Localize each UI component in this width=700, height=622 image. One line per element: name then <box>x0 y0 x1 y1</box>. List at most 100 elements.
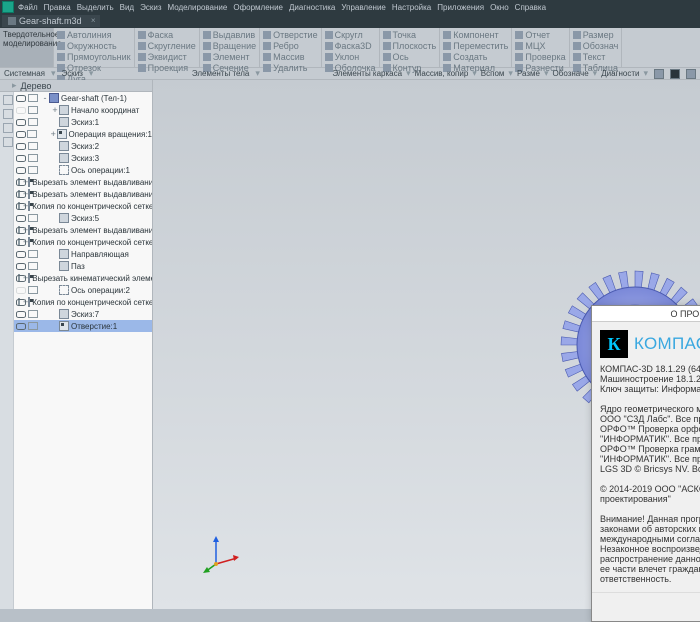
menu-item[interactable]: Окно <box>490 3 509 12</box>
tree-row[interactable]: Эскиз:1 <box>14 116 152 128</box>
ribbon-button[interactable]: Проекция <box>138 63 196 73</box>
ribbon-button[interactable]: Ребро <box>263 41 317 51</box>
ctx-label[interactable]: Вспом <box>481 69 505 78</box>
ctx-label[interactable]: Массив, копир <box>415 69 469 78</box>
settings-icon[interactable] <box>686 69 696 79</box>
ribbon-button[interactable]: Удалить <box>263 63 317 73</box>
menu-item[interactable]: Вид <box>120 3 134 12</box>
ribbon-button[interactable]: Плоскость <box>383 41 437 51</box>
checkbox-icon[interactable] <box>28 142 38 150</box>
tree-row[interactable]: Направляющая <box>14 248 152 260</box>
tree-row[interactable]: Эскиз:3 <box>14 152 152 164</box>
tree-row[interactable]: +Копия по концентрической сетке:2 <box>14 236 152 248</box>
ribbon-button[interactable]: Окружность <box>57 41 131 51</box>
visibility-icon[interactable] <box>16 286 26 294</box>
checkbox-icon[interactable] <box>28 250 38 258</box>
tree-row[interactable]: +Вырезать элемент выдавливания:3 <box>14 188 152 200</box>
document-tab[interactable]: Gear-shaft.m3d × <box>2 15 100 27</box>
checkbox-icon[interactable] <box>28 214 38 222</box>
ribbon-button[interactable]: МЦХ <box>515 41 565 51</box>
model-tree[interactable]: -Gear-shaft (Тел-1)+Начало координатЭски… <box>14 92 152 609</box>
checkbox-icon[interactable] <box>28 262 38 270</box>
tree-row[interactable]: Отверстие:1 <box>14 320 152 332</box>
tree-row[interactable]: +Операция вращения:1 <box>14 128 152 140</box>
visibility-icon[interactable] <box>16 250 26 258</box>
tool-icon[interactable] <box>3 95 13 105</box>
expand-icon[interactable]: + <box>49 129 57 139</box>
menu-item[interactable]: Приложения <box>437 3 484 12</box>
ribbon-button[interactable]: Автолиния <box>57 30 131 40</box>
visibility-icon[interactable] <box>16 166 26 174</box>
checkbox-icon[interactable] <box>28 166 38 174</box>
menu-item[interactable]: Правка <box>44 3 71 12</box>
viewport-3d[interactable]: О ПРОГРАММЕ ✕ К КОМПАС-3D v18.1 КОМПАС-3… <box>153 80 700 609</box>
ribbon-button[interactable]: Ось <box>383 52 437 62</box>
menu-item[interactable]: Моделирование <box>167 3 227 12</box>
ribbon-button[interactable]: Обознач <box>573 41 619 51</box>
tree-row[interactable]: +Начало координат <box>14 104 152 116</box>
filter-icon[interactable] <box>654 69 664 79</box>
tool-icon[interactable] <box>3 109 13 119</box>
tree-row[interactable]: Эскиз:5 <box>14 212 152 224</box>
expand-icon[interactable]: + <box>51 105 59 115</box>
menu-item[interactable]: Настройка <box>392 3 431 12</box>
ribbon-button[interactable]: Отчет <box>515 30 565 40</box>
visibility-icon[interactable] <box>16 142 26 150</box>
ctx-label[interactable]: Разме <box>517 69 540 78</box>
ribbon-button[interactable]: Отверстие <box>263 30 317 40</box>
menu-item[interactable]: Эскиз <box>140 3 161 12</box>
visibility-icon[interactable] <box>16 118 26 126</box>
ribbon-button[interactable]: Переместить <box>443 41 508 51</box>
checkbox-icon[interactable] <box>28 286 38 294</box>
tree-row[interactable]: Ось операции:2 <box>14 284 152 296</box>
ribbon-button[interactable]: Фаска3D <box>325 41 376 51</box>
tree-row[interactable]: Ось операции:1 <box>14 164 152 176</box>
ctx-label[interactable]: Системная <box>4 69 45 78</box>
menu-item[interactable]: Файл <box>18 3 38 12</box>
tree-row[interactable]: Паз <box>14 260 152 272</box>
ctx-label[interactable]: Обозначе <box>553 69 589 78</box>
ribbon-button[interactable]: Создать <box>443 52 508 62</box>
ctx-label[interactable]: Эскиз <box>62 69 83 78</box>
tree-row[interactable]: +Вырезать кинематический элемент <box>14 272 152 284</box>
checkbox-icon[interactable] <box>28 310 38 318</box>
checkbox-icon[interactable] <box>28 322 38 330</box>
visibility-icon[interactable] <box>16 154 26 162</box>
tree-row[interactable]: +Копия по концентрической сетке:1 <box>14 200 152 212</box>
visibility-icon[interactable] <box>16 262 26 270</box>
ribbon-button[interactable]: Элемент <box>203 52 256 62</box>
tree-row[interactable]: Эскиз:7 <box>14 308 152 320</box>
ribbon-button[interactable]: Проверка <box>515 52 565 62</box>
menu-item[interactable]: Выделить <box>77 3 114 12</box>
checkbox-icon[interactable] <box>28 94 38 102</box>
ribbon-button[interactable]: Прямоугольник <box>57 52 131 62</box>
checkbox-icon[interactable] <box>28 118 38 126</box>
ctx-label[interactable]: Элементы каркаса <box>332 69 402 78</box>
visibility-icon[interactable] <box>16 130 25 138</box>
visibility-icon[interactable] <box>16 310 26 318</box>
ribbon-button[interactable]: Скругл <box>325 30 376 40</box>
tree-row[interactable]: Эскиз:2 <box>14 140 152 152</box>
ribbon-button[interactable]: Точка <box>383 30 437 40</box>
visibility-icon[interactable] <box>16 214 26 222</box>
tree-row[interactable]: +Вырезать элемент выдавливания:4 <box>14 224 152 236</box>
ribbon-button[interactable]: Уклон <box>325 52 376 62</box>
visibility-icon[interactable] <box>16 94 26 102</box>
ribbon-button[interactable]: Вращение <box>203 41 256 51</box>
menu-item[interactable]: Диагностика <box>289 3 335 12</box>
menu-item[interactable]: Управление <box>341 3 385 12</box>
ribbon-button[interactable]: Эквидист <box>138 52 196 62</box>
expand-icon[interactable]: - <box>41 93 49 103</box>
ribbon-button[interactable]: Фаска <box>138 30 196 40</box>
tree-row[interactable]: +Копия по концентрической сетке:3 <box>14 296 152 308</box>
tool-icon[interactable] <box>3 137 13 147</box>
checkbox-icon[interactable] <box>28 106 38 114</box>
visibility-icon[interactable] <box>16 106 26 114</box>
checkbox-icon[interactable] <box>28 154 38 162</box>
ribbon-button[interactable]: Скругление <box>138 41 196 51</box>
visibility-icon[interactable] <box>16 322 26 330</box>
ribbon-button[interactable]: Текст <box>573 52 619 62</box>
tree-row[interactable]: -Gear-shaft (Тел-1) <box>14 92 152 104</box>
ribbon-button[interactable]: Выдавлив <box>203 30 256 40</box>
tool-icon[interactable] <box>3 123 13 133</box>
